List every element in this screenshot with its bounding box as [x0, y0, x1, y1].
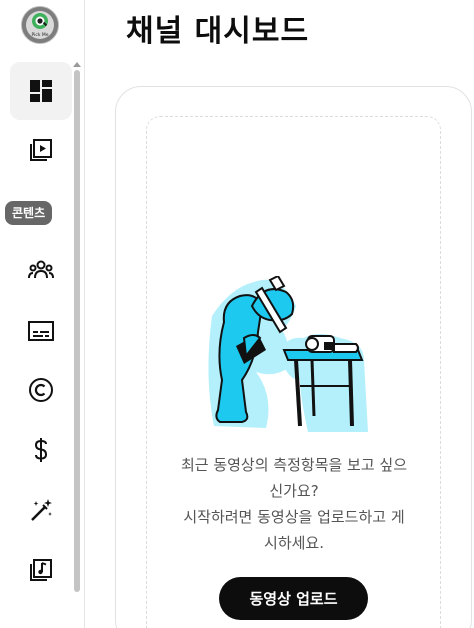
- nav-item-customization[interactable]: [10, 481, 72, 539]
- magic-wand-icon: [31, 499, 52, 521]
- empty-state-line-3: 시작하려면 동영상을 업로드하고 게: [183, 508, 405, 526]
- audio-library-icon: [30, 559, 52, 581]
- upload-video-button[interactable]: 동영상 업로드: [219, 577, 368, 620]
- nav-item-community[interactable]: [10, 241, 72, 299]
- empty-state-line-4: 시하세요.: [264, 534, 324, 552]
- studio-app: Pick Me 콘텐츠 채널 대시보드 최근 동영상의 측정항목을 보고 싶으 …: [0, 0, 474, 628]
- nav-item-content[interactable]: [10, 121, 72, 179]
- nav-item-audio-library[interactable]: [10, 541, 72, 599]
- empty-state-line-1: 최근 동영상의 측정항목을 보고 싶으: [180, 456, 408, 474]
- video-library-icon: [30, 139, 52, 161]
- empty-state-message: 최근 동영상의 측정항목을 보고 싶으 신가요? 시작하려면 동영상을 업로드하…: [158, 452, 430, 556]
- scroll-up-arrow-icon[interactable]: [73, 62, 81, 67]
- sidebar-scrollbar[interactable]: [72, 62, 82, 594]
- empty-state-line-2: 신가요?: [269, 482, 319, 500]
- copyright-icon: [29, 378, 53, 402]
- subtitles-icon: [28, 321, 54, 341]
- scroll-thumb[interactable]: [74, 70, 80, 592]
- avatar-logo-icon: Pick Me: [22, 7, 58, 43]
- dollar-icon: [34, 438, 48, 462]
- empty-state-illustration: [208, 276, 368, 432]
- tooltip-content: 콘텐츠: [5, 201, 53, 225]
- avatar[interactable]: Pick Me: [21, 6, 59, 44]
- sidebar: Pick Me 콘텐츠: [0, 0, 85, 628]
- people-icon: [28, 260, 54, 279]
- nav-item-subtitles[interactable]: [10, 302, 72, 360]
- nav-item-earn[interactable]: [10, 421, 72, 479]
- page-title: 채널 대시보드: [126, 14, 310, 49]
- nav-item-copyright[interactable]: [10, 361, 72, 419]
- nav-item-dashboard[interactable]: [10, 62, 72, 120]
- dashboard-icon: [30, 80, 52, 102]
- avatar-text: Pick Me: [31, 32, 48, 38]
